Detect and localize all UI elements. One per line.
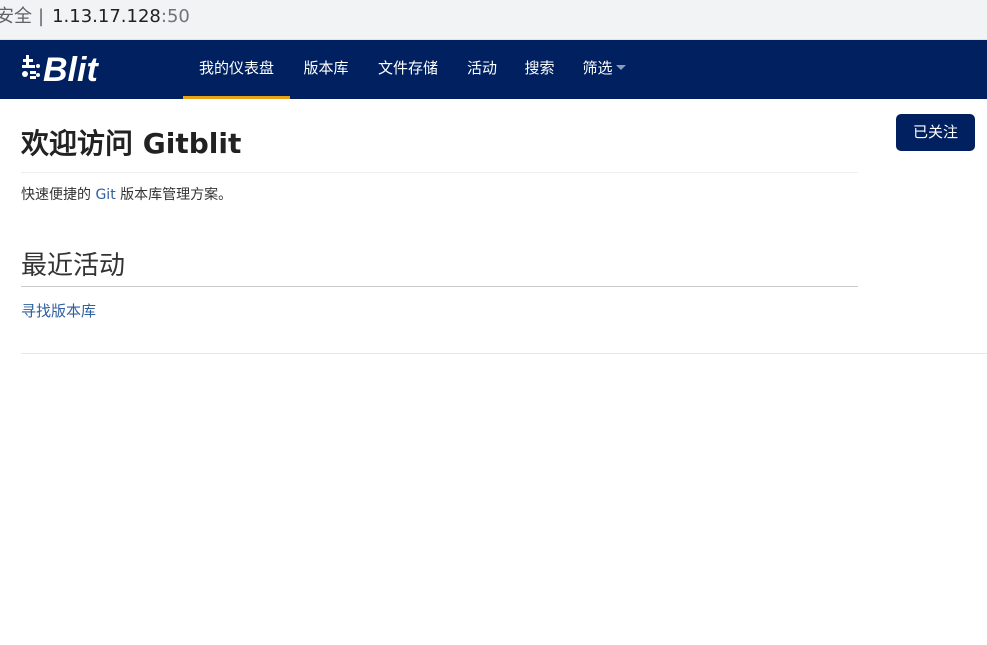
page-title: 欢迎访问 Gitblit <box>21 127 242 160</box>
git-link[interactable]: Git <box>95 187 115 203</box>
recent-activity-heading: 最近活动 <box>21 251 126 281</box>
security-label: 安全 <box>0 6 32 27</box>
nav-item-filestore[interactable]: 文件存储 <box>372 40 444 99</box>
url-separator: | <box>38 6 45 27</box>
nav-item-label: 搜索 <box>524 59 555 77</box>
section-divider <box>21 286 858 287</box>
url-port: :50 <box>160 6 190 27</box>
logo-text: Blit <box>43 51 99 88</box>
footer-divider <box>21 353 987 354</box>
title-divider <box>21 172 858 173</box>
tagline: 快速便捷的 Git 版本库管理方案。 <box>21 184 232 206</box>
find-repositories-link[interactable]: 寻找版本库 <box>21 302 96 320</box>
nav-item-dashboard[interactable]: 我的仪表盘 <box>183 40 290 99</box>
follow-button[interactable]: 已关注 <box>896 114 975 151</box>
top-navbar: Blit 我的仪表盘 版本库 文件存储 活动 搜索 筛选 <box>0 40 987 99</box>
gitblit-logo-icon[interactable]: Blit <box>20 50 122 89</box>
chevron-down-icon <box>615 65 626 70</box>
nav-item-label: 版本库 <box>303 59 349 77</box>
browser-address-bar[interactable]: 安全 | 1.13.17.128:50 <box>0 0 987 40</box>
nav-item-label: 筛选 <box>582 59 613 77</box>
nav-item-activity[interactable]: 活动 <box>462 40 502 99</box>
nav-item-search[interactable]: 搜索 <box>519 40 560 99</box>
url-display[interactable]: 安全 | 1.13.17.128:50 <box>0 6 190 28</box>
tagline-prefix: 快速便捷的 <box>21 187 96 203</box>
nav-item-label: 文件存储 <box>377 59 438 77</box>
find-repositories-wrapper: 寻找版本库 <box>21 300 96 322</box>
nav-item-label: 我的仪表盘 <box>198 59 274 77</box>
nav-item-repositories[interactable]: 版本库 <box>298 40 354 99</box>
nav-item-label: 活动 <box>466 59 497 77</box>
nav-item-filter[interactable]: 筛选 <box>578 40 630 99</box>
tagline-suffix: 版本库管理方案。 <box>115 187 233 203</box>
url-host: 1.13.17.128 <box>52 6 161 27</box>
